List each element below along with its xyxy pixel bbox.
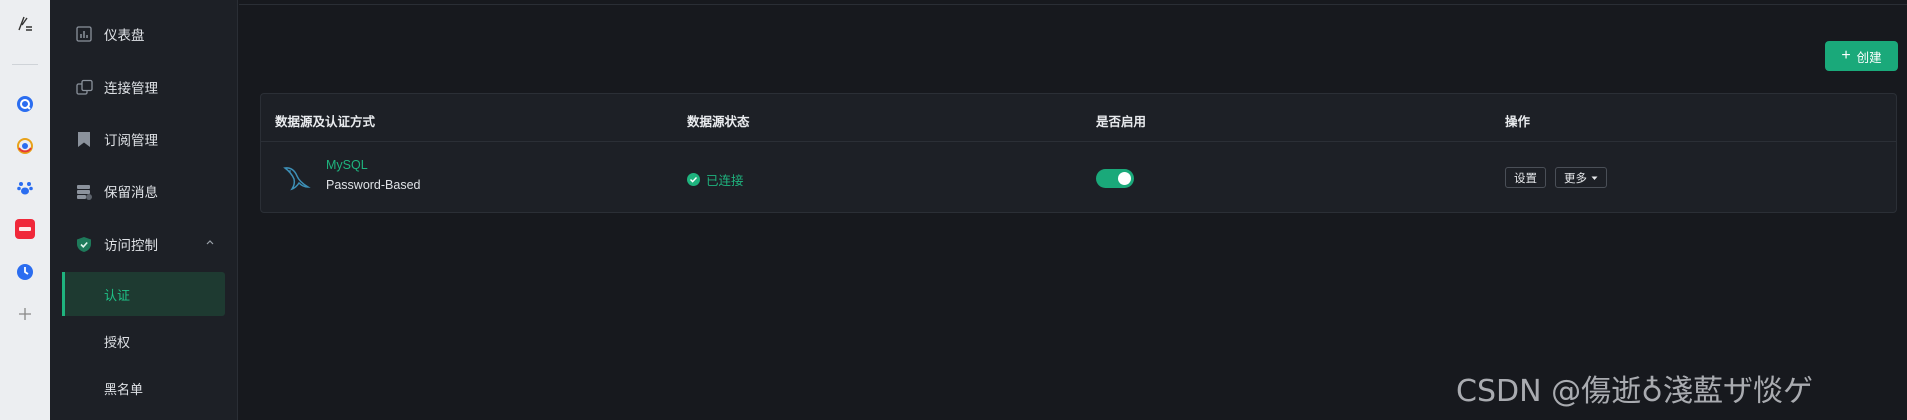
watermark: CSDN @傷逝♁淺藍ザ惔ゲ <box>1456 374 1814 409</box>
enabled-toggle[interactable] <box>1096 169 1134 188</box>
sidebar-subitem-label: 黑名单 <box>104 381 144 397</box>
sidebar-item-access-control[interactable]: 访问控制 <box>50 222 238 266</box>
logo-icon[interactable] <box>15 14 35 34</box>
column-header-enabled: 是否启用 <box>1096 115 1147 129</box>
app-rail <box>0 0 50 420</box>
check-circle-icon <box>687 173 700 186</box>
status-badge: 已连接 <box>687 170 744 189</box>
settings-button[interactable]: 设置 <box>1505 167 1546 188</box>
sidebar-item-label: 连接管理 <box>104 81 158 96</box>
header-divider <box>239 4 1907 5</box>
sidebar-subitem-label: 认证 <box>104 287 131 303</box>
sidebar-item-label: 订阅管理 <box>104 133 158 148</box>
sidebar-item-dashboard[interactable]: 仪表盘 <box>50 12 238 56</box>
xiaohongshu-app-icon[interactable] <box>15 219 35 239</box>
mysql-dolphin-icon <box>281 162 311 192</box>
sidebar-item-label: 保留消息 <box>104 185 158 200</box>
column-header-status: 数据源状态 <box>687 115 750 129</box>
datasource-name-link[interactable]: MySQL <box>326 158 368 172</box>
connections-icon <box>75 78 93 96</box>
table-header: 数据源及认证方式 数据源状态 是否启用 操作 <box>261 94 1896 142</box>
sidebar-item-label: 仪表盘 <box>104 28 145 43</box>
chevron-up-icon <box>204 236 216 248</box>
sidebar-subitem-authentication[interactable]: 认证 <box>62 272 225 316</box>
toggle-knob <box>1118 172 1131 185</box>
column-header-actions: 操作 <box>1505 115 1531 129</box>
dashboard-icon <box>75 25 93 43</box>
status-text: 已连接 <box>706 174 744 188</box>
more-button-label: 更多 <box>1564 172 1587 185</box>
sidebar-item-label: 访问控制 <box>104 238 158 253</box>
plus-icon: + <box>1841 46 1851 64</box>
sidebar: 仪表盘 连接管理 订阅管理 保留消息 访问控制 认证 授权 黑名单 <box>50 0 238 420</box>
caret-down-icon <box>1591 172 1598 184</box>
shield-icon <box>75 235 93 253</box>
paw-app-icon[interactable] <box>15 178 35 198</box>
sidebar-item-subscriptions[interactable]: 订阅管理 <box>50 117 238 161</box>
column-header-datasource: 数据源及认证方式 <box>275 115 376 129</box>
auth-table: 数据源及认证方式 数据源状态 是否启用 操作 MySQL Password-Ba… <box>260 93 1897 213</box>
rail-divider <box>12 64 38 65</box>
database-icon <box>75 182 93 200</box>
create-button-label: 创建 <box>1856 50 1882 65</box>
more-dropdown-button[interactable]: 更多 <box>1555 167 1607 188</box>
create-button[interactable]: + 创建 <box>1825 41 1898 71</box>
sidebar-subitem-authorization[interactable]: 授权 <box>62 319 225 363</box>
clock-app-icon[interactable] <box>15 262 35 282</box>
search-app-icon[interactable] <box>15 94 35 114</box>
table-row: MySQL Password-Based 已连接 设置 更多 <box>261 142 1896 212</box>
auth-method-text: Password-Based <box>326 178 421 192</box>
sidebar-subitem-label: 授权 <box>104 334 131 350</box>
sidebar-subitem-blacklist[interactable]: 黑名单 <box>62 366 225 410</box>
add-app-icon[interactable] <box>15 304 35 324</box>
sidebar-item-retained[interactable]: 保留消息 <box>50 169 238 213</box>
bookmark-icon <box>75 130 93 148</box>
assistant-app-icon[interactable] <box>15 136 35 156</box>
settings-button-label: 设置 <box>1514 172 1537 185</box>
sidebar-item-connections[interactable]: 连接管理 <box>50 65 238 109</box>
